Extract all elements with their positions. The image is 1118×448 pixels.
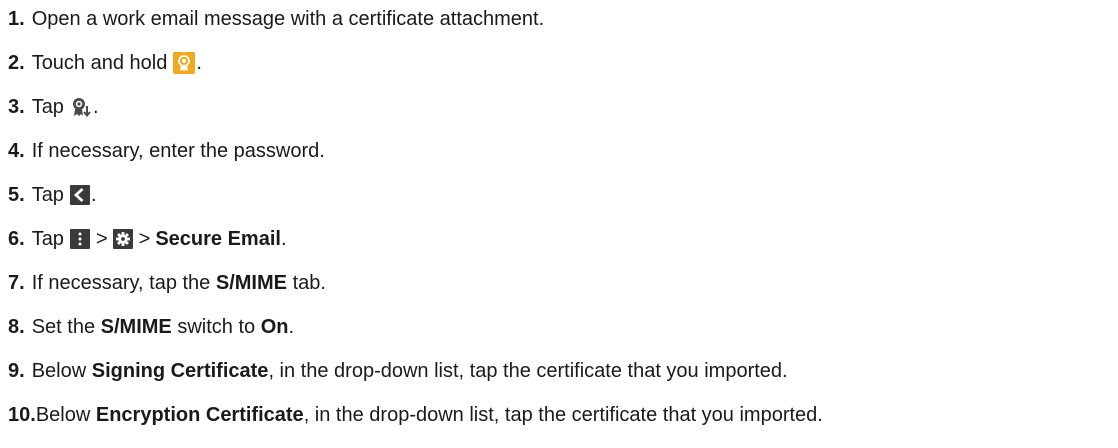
step-text: If necessary, enter the password. — [31, 140, 325, 162]
tab-name-smime: S/MIME — [215, 272, 287, 294]
step-text: Tap — [31, 228, 64, 250]
step-7: 7. If necessary, tap the S/MIME tab. — [8, 270, 326, 296]
step-text-end: . — [288, 316, 295, 338]
step-text-end: . — [280, 228, 287, 250]
step-number: 4. — [8, 140, 25, 162]
step-text-end: . — [90, 184, 97, 206]
step-5: 5. Tap . — [8, 182, 97, 208]
step-text-end: , in the drop-down list, tap the certifi… — [268, 360, 788, 382]
step-number: 9. — [8, 360, 25, 382]
step-text: Set the — [31, 316, 96, 338]
step-number: 3. — [8, 96, 25, 118]
step-text-end: . — [92, 96, 99, 118]
separator: > — [138, 228, 151, 250]
step-text-mid: switch to — [177, 316, 256, 338]
step-number: 8. — [8, 316, 25, 338]
step-number: 10. — [8, 404, 36, 426]
step-text: Tap — [31, 184, 64, 206]
switch-name-smime: S/MIME — [100, 316, 172, 338]
back-arrow-icon — [69, 185, 90, 205]
step-text: Open a work email message with a certifi… — [31, 8, 545, 30]
step-6: 6. Tap > > Secure Email . — [8, 226, 287, 252]
step-text-end: , in the drop-down list, tap the certifi… — [303, 404, 823, 426]
step-2: 2. Touch and hold . — [8, 50, 202, 76]
step-text-end: tab. — [292, 272, 326, 294]
step-text: Touch and hold — [31, 52, 168, 74]
import-certificate-icon — [70, 96, 92, 118]
step-number: 5. — [8, 184, 25, 206]
step-text-end: . — [196, 52, 202, 74]
step-text: Below — [31, 360, 87, 382]
step-number: 7. — [8, 272, 25, 294]
field-encryption-certificate: Encryption Certificate — [95, 404, 304, 426]
step-3: 3. Tap . — [8, 94, 99, 120]
step-8: 8. Set the S/MIME switch to On. — [8, 314, 294, 340]
step-number: 6. — [8, 228, 25, 250]
step-text: Below — [35, 404, 91, 426]
more-menu-icon — [69, 229, 90, 249]
instruction-list: 1. Open a work email message with a cert… — [0, 0, 1118, 448]
certificate-icon — [173, 52, 196, 74]
step-1: 1. Open a work email message with a cert… — [8, 6, 544, 32]
separator: > — [95, 228, 108, 250]
step-number: 1. — [8, 8, 25, 30]
field-signing-certificate: Signing Certificate — [91, 360, 269, 382]
step-4: 4. If necessary, enter the password. — [8, 138, 325, 164]
step-10: 10. Below Encryption Certificate, in the… — [8, 402, 823, 428]
step-number: 2. — [8, 52, 25, 74]
switch-state-on: On — [260, 316, 289, 338]
settings-gear-icon — [112, 229, 133, 249]
step-9: 9. Below Signing Certificate, in the dro… — [8, 358, 788, 384]
menu-item-secure-email: Secure Email — [155, 228, 281, 250]
step-text: Tap — [31, 96, 64, 118]
step-text: If necessary, tap the — [31, 272, 211, 294]
